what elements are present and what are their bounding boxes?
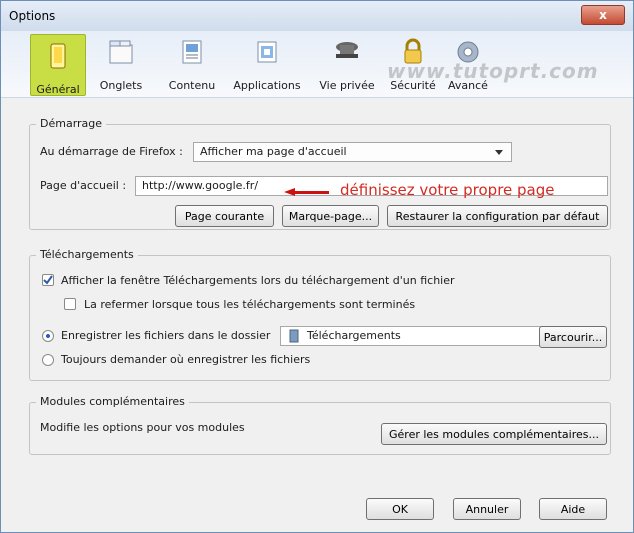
save-to-folder-label: Enregistrer les fichiers dans le dossier (61, 329, 271, 342)
homepage-label: Page d'accueil : (40, 179, 127, 192)
show-download-window-checkbox[interactable] (42, 274, 54, 286)
tab-privacy-label: Vie privée (319, 79, 375, 92)
title-bar: Options x (1, 1, 633, 32)
save-to-folder-radio[interactable] (42, 330, 54, 342)
startup-group: Démarrage Au démarrage de Firefox : Affi… (29, 117, 611, 230)
close-downloads-checkbox[interactable] (64, 298, 76, 310)
radio-selected-dot (46, 334, 50, 338)
folder-icon (289, 329, 299, 343)
tab-tabs-label: Onglets (99, 79, 143, 92)
tab-general-label: Général (36, 83, 80, 96)
downloads-legend: Téléchargements (36, 248, 138, 261)
dropdown-arrow-icon (495, 150, 503, 155)
startup-dropdown[interactable]: Afficher ma page d'accueil (193, 142, 512, 162)
tab-applications-label: Applications (233, 79, 301, 92)
tab-tabs[interactable]: Onglets (94, 31, 148, 97)
download-folder-field[interactable]: Téléchargements (280, 326, 544, 346)
tab-content-label: Contenu (168, 79, 216, 92)
close-button[interactable]: x (581, 5, 625, 25)
addons-legend: Modules complémentaires (36, 395, 189, 408)
bookmark-button[interactable]: Marque-page... (282, 205, 379, 227)
manage-addons-button[interactable]: Gérer les modules complémentaires... (381, 423, 607, 445)
downloads-group: Téléchargements Afficher la fenêtre Télé… (29, 248, 611, 381)
tab-applications[interactable]: Applications (226, 31, 308, 97)
options-window: Options x Général Onglets Contenu Applic… (0, 0, 634, 533)
startup-dropdown-value: Afficher ma page d'accueil (200, 145, 347, 158)
show-download-window-label: Afficher la fenêtre Téléchargements lors… (61, 274, 455, 287)
check-icon (43, 275, 53, 285)
annotation-arrow-line (293, 191, 329, 194)
addons-description: Modifie les options pour vos modules (40, 421, 245, 434)
browse-button[interactable]: Parcourir... (539, 326, 607, 348)
content-icon (182, 40, 202, 64)
addons-group: Modules complémentaires Modifie les opti… (29, 395, 611, 455)
applications-icon (257, 41, 277, 63)
options-toolbar: Général Onglets Contenu Applications Vie… (1, 31, 633, 98)
annotation-text: définissez votre propre page (340, 181, 555, 199)
homepage-value: http://www.google.fr/ (142, 179, 259, 192)
always-ask-radio[interactable] (42, 354, 54, 366)
tab-content[interactable]: Contenu (158, 31, 226, 97)
always-ask-label: Toujours demander où enregistrer les fic… (61, 353, 311, 366)
startup-legend: Démarrage (36, 117, 107, 130)
ok-button[interactable]: OK (366, 498, 434, 520)
cancel-button[interactable]: Annuler (453, 498, 521, 520)
tabs-icon (109, 40, 133, 64)
restore-default-button[interactable]: Restaurer la configuration par défaut (387, 205, 608, 227)
window-title: Options (9, 9, 56, 23)
privacy-icon (336, 42, 358, 58)
download-folder-value: Téléchargements (307, 329, 401, 342)
close-downloads-label: La refermer lorsque tous les téléchargem… (84, 298, 416, 311)
current-page-button[interactable]: Page courante (175, 205, 274, 227)
tab-general[interactable]: Général (30, 34, 86, 96)
help-button[interactable]: Aide (539, 498, 607, 520)
general-icon (50, 43, 66, 69)
startup-firefox-label: Au démarrage de Firefox : (40, 145, 183, 158)
tab-privacy[interactable]: Vie privée (314, 31, 380, 97)
watermark: www.tutoprt.com (387, 59, 599, 83)
